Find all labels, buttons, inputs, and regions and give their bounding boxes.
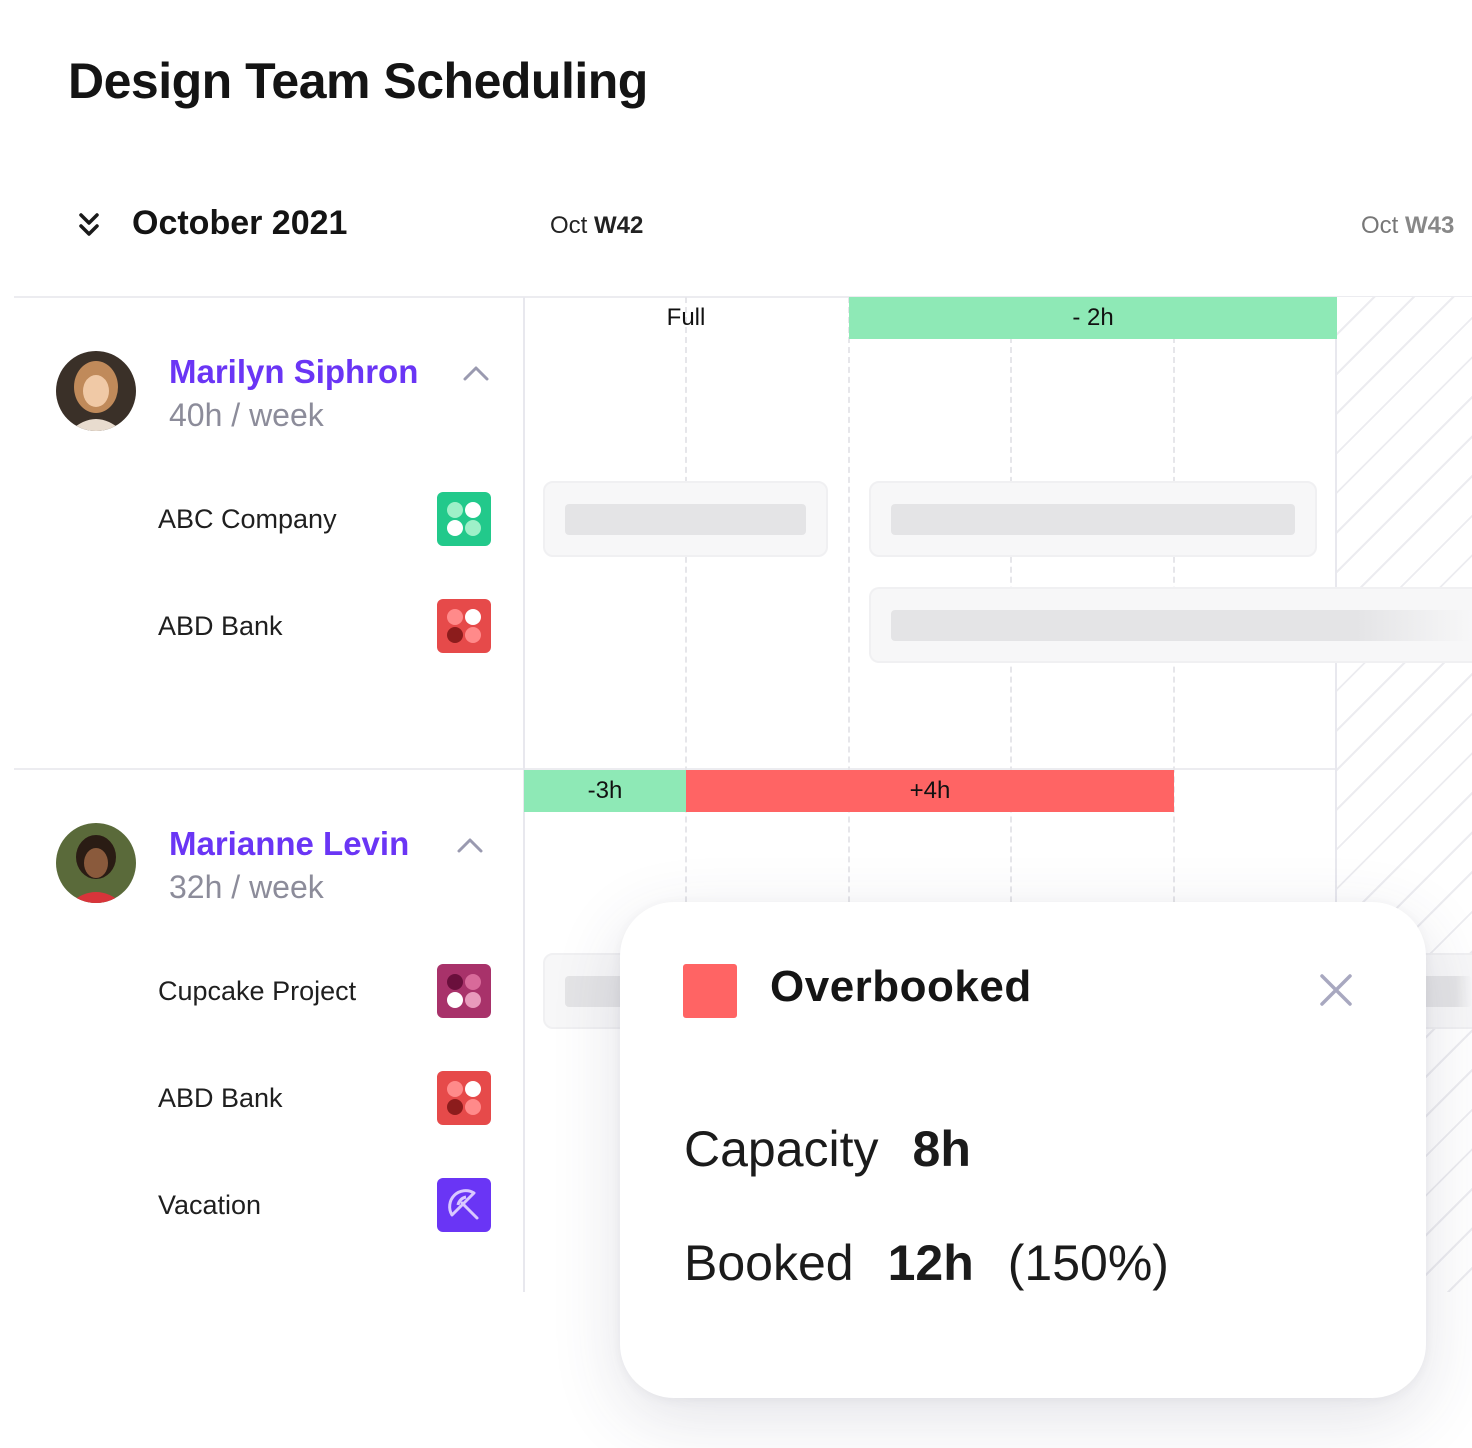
avatar[interactable]	[56, 351, 136, 431]
booked-value: 12h	[887, 1235, 974, 1291]
allocation-bar	[565, 504, 806, 535]
overbooked-popup: Overbooked Capacity 8h Booked 12h (150%)	[620, 902, 1426, 1398]
allocation-block[interactable]	[869, 481, 1317, 557]
project-label: ABD Bank	[158, 1083, 283, 1113]
allocation-bar	[891, 610, 1472, 641]
status-swatch	[683, 964, 737, 1018]
person-name[interactable]: Marianne Levin	[169, 825, 409, 863]
cupcake-project-icon	[447, 974, 481, 1008]
week-month: Oct	[1361, 212, 1399, 239]
capacity-label: Capacity	[684, 1121, 879, 1177]
double-chevron-down-icon	[79, 213, 99, 236]
capacity-bar-under[interactable]: - 2h	[849, 297, 1337, 339]
avatar[interactable]	[56, 823, 136, 903]
week-number: W43	[1405, 212, 1455, 239]
close-icon[interactable]	[1318, 972, 1354, 1008]
umbrella-icon[interactable]	[437, 1178, 491, 1232]
project-label: Vacation	[158, 1190, 262, 1220]
week-month: Oct	[550, 212, 588, 239]
allocation-block[interactable]	[869, 587, 1472, 663]
allocation-block[interactable]	[543, 481, 828, 557]
project-label: ABC Company	[158, 504, 337, 534]
capacity-row: Capacity 8h	[684, 1120, 971, 1178]
person-hours: 40h / week	[169, 397, 324, 433]
cupcake-project-icon[interactable]	[437, 964, 491, 1018]
week-header-w42: Oct W42	[550, 212, 643, 240]
popup-title: Overbooked	[770, 962, 1032, 1011]
scheduling-page: Design Team Scheduling October 2021 Oct …	[0, 0, 1472, 1448]
abd-bank-icon[interactable]	[437, 1071, 491, 1125]
abd-bank-icon	[447, 609, 481, 643]
capacity-bar-under[interactable]: -3h	[524, 770, 686, 812]
capacity-bar-over[interactable]: +4h	[686, 770, 1174, 812]
project-label: Cupcake Project	[158, 976, 357, 1006]
capacity-value: 8h	[912, 1121, 971, 1177]
booked-row: Booked 12h (150%)	[684, 1234, 1169, 1292]
page-title: Design Team Scheduling	[68, 53, 648, 109]
abd-bank-icon[interactable]	[437, 599, 491, 653]
abc-company-icon[interactable]	[437, 492, 491, 546]
abc-company-icon	[447, 502, 481, 536]
capacity-bar-full[interactable]: Full	[525, 297, 847, 339]
booked-label: Booked	[684, 1235, 854, 1291]
person-name[interactable]: Marilyn Siphron	[169, 353, 418, 391]
allocation-bar	[891, 504, 1295, 535]
week-number: W42	[594, 212, 644, 239]
person-photo-icon	[56, 351, 136, 431]
month-label[interactable]: October 2021	[132, 204, 347, 243]
chevron-up-icon[interactable]	[461, 362, 491, 384]
week-header-w43: Oct W43	[1361, 212, 1454, 240]
person-hours: 32h / week	[169, 869, 324, 905]
abd-bank-icon	[447, 1081, 481, 1115]
collapse-all-button[interactable]	[72, 208, 106, 242]
person-photo-icon	[56, 823, 136, 903]
umbrella-icon	[448, 1189, 479, 1220]
booked-percent: (150%)	[1007, 1235, 1169, 1291]
chevron-up-icon[interactable]	[455, 834, 485, 856]
project-label: ABD Bank	[158, 611, 283, 641]
